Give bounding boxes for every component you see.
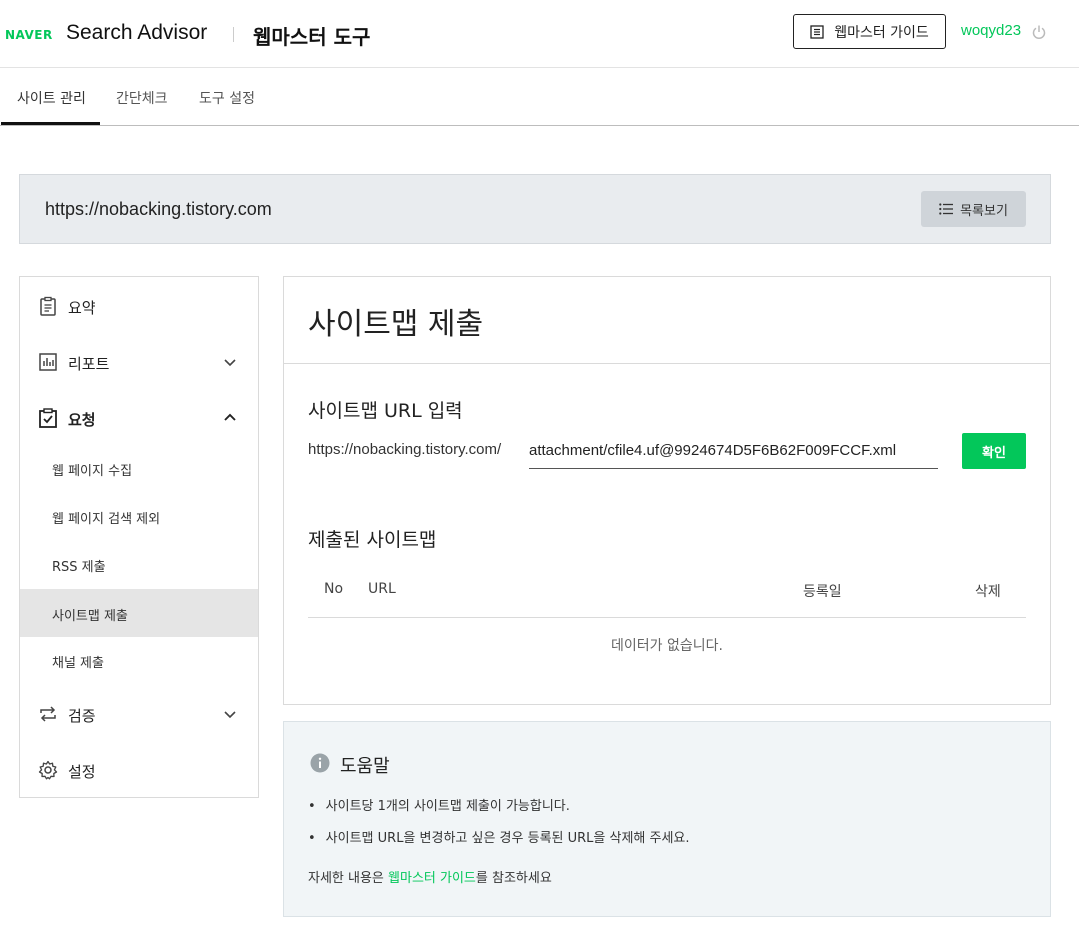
sidebar-subitem-sitemap[interactable]: 사이트맵 제출 (20, 589, 258, 637)
sidebar-subitem-channel[interactable]: 채널 제출 (20, 636, 258, 684)
table-header-divider (308, 617, 1026, 618)
sidebar-subitem-label: RSS 제출 (52, 560, 106, 575)
naver-logo[interactable]: NAVER (5, 28, 53, 42)
repeat-icon (40, 706, 56, 722)
submitted-sitemaps-title: 제출된 사이트맵 (308, 529, 437, 551)
sitemap-panel: 사이트맵 제출 사이트맵 URL 입력 https://nobacking.ti… (283, 276, 1051, 705)
site-bar: https://nobacking.tistory.com 목록보기 (19, 174, 1051, 244)
sidebar-item-label: 검증 (68, 707, 96, 725)
chevron-down-icon (224, 359, 236, 367)
tab-site-management[interactable]: 사이트 관리 (17, 88, 86, 108)
chart-icon (39, 353, 57, 371)
column-header-url: URL (368, 581, 396, 597)
sidebar-item-verify[interactable]: 검증 (20, 689, 258, 737)
list-icon (939, 203, 954, 215)
checkbox-icon (39, 408, 57, 428)
help-list-item: 사이트맵 URL을 변경하고 싶은 경우 등록된 URL을 삭제해 주세요. (308, 827, 690, 846)
sidebar-subitem-page-exclude[interactable]: 웹 페이지 검색 제외 (20, 492, 258, 540)
list-view-button[interactable]: 목록보기 (921, 191, 1026, 227)
column-header-date: 등록일 (803, 584, 842, 600)
active-tab-indicator (1, 122, 100, 125)
brand-divider (233, 27, 234, 42)
sidebar-item-settings[interactable]: 설정 (20, 745, 258, 793)
tab-quick-check[interactable]: 간단체크 (116, 88, 168, 108)
main-tabs: 사이트 관리 간단체크 도구 설정 (0, 69, 1079, 126)
sidebar-item-label: 요약 (68, 299, 96, 317)
sidebar-item-report[interactable]: 리포트 (20, 337, 258, 385)
help-title: 도움말 (340, 756, 390, 777)
sidebar-subitem-label: 웹 페이지 수집 (52, 464, 133, 479)
sidebar-item-label: 리포트 (68, 355, 110, 373)
username-link[interactable]: woqyd23 (961, 22, 1021, 39)
webmaster-guide-label: 웹마스터 가이드 (834, 24, 929, 41)
help-more-text: 자세한 내용은 웹마스터 가이드를 참조하세요 (308, 867, 552, 886)
tool-title[interactable]: 웹마스터 도구 (253, 21, 370, 50)
column-header-no: No (324, 581, 344, 597)
sidebar-subitem-label: 웹 페이지 검색 제외 (52, 512, 161, 527)
page-title: 사이트맵 제출 (308, 307, 484, 342)
sidebar-subitem-page-crawl[interactable]: 웹 페이지 수집 (20, 444, 258, 492)
sidebar-subitem-rss[interactable]: RSS 제출 (20, 540, 258, 588)
sidebar-nav: 요약 리포트 요청 웹 페이지 수집 웹 페이지 검색 제외 RSS 제출 사이… (19, 276, 259, 798)
document-icon (810, 24, 824, 39)
sidebar-item-summary[interactable]: 요약 (20, 281, 258, 329)
url-input-section-title: 사이트맵 URL 입력 (308, 400, 463, 422)
help-more-suffix: 를 참조하세요 (475, 871, 552, 886)
url-prefix: https://nobacking.tistory.com/ (308, 441, 502, 458)
title-divider (284, 363, 1050, 364)
list-view-label: 목록보기 (960, 203, 1008, 219)
gear-icon (38, 760, 58, 780)
help-list-item: 사이트당 1개의 사이트맵 제출이 가능합니다. (308, 795, 570, 814)
brand-name[interactable]: Search Advisor (66, 21, 207, 45)
confirm-button[interactable]: 확인 (962, 433, 1026, 469)
clipboard-icon (40, 296, 56, 316)
webmaster-guide-link[interactable]: 웹마스터 가이드 (388, 871, 476, 886)
info-icon (310, 753, 330, 773)
chevron-down-icon (224, 711, 236, 719)
sidebar-subitem-label: 사이트맵 제출 (52, 609, 128, 624)
site-url: https://nobacking.tistory.com (45, 199, 272, 219)
help-more-prefix: 자세한 내용은 (308, 871, 389, 886)
tab-tool-settings[interactable]: 도구 설정 (199, 88, 255, 108)
empty-table-message: 데이터가 없습니다. (611, 638, 723, 654)
chevron-up-icon (224, 413, 236, 421)
webmaster-guide-button[interactable]: 웹마스터 가이드 (793, 14, 946, 49)
help-panel: 도움말 사이트당 1개의 사이트맵 제출이 가능합니다. 사이트맵 URL을 변… (283, 721, 1051, 917)
column-header-delete: 삭제 (975, 584, 1001, 600)
power-icon[interactable] (1031, 24, 1047, 40)
top-header: NAVER Search Advisor 웹마스터 도구 웹마스터 가이드 wo… (0, 0, 1079, 68)
sidebar-item-label: 설정 (68, 763, 96, 781)
sidebar-item-label: 요청 (68, 411, 96, 429)
sidebar-subitem-label: 채널 제출 (52, 656, 104, 671)
sitemap-url-input[interactable] (529, 435, 938, 469)
sidebar-item-request[interactable]: 요청 (20, 393, 258, 441)
